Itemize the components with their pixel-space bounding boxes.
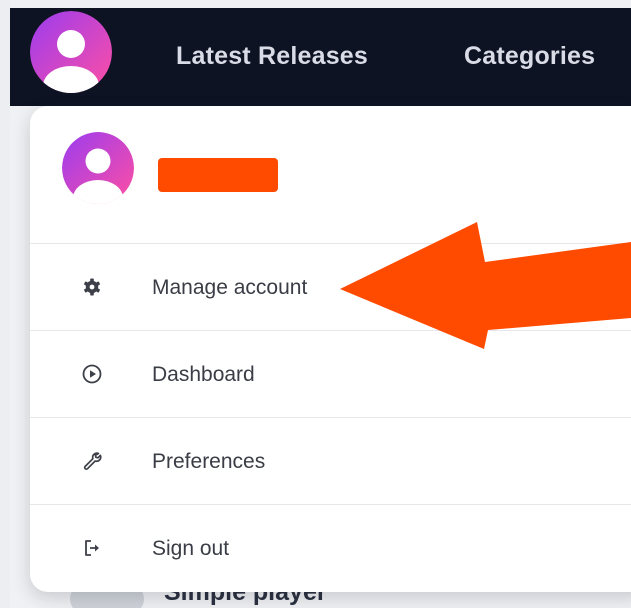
menu-avatar-icon (62, 132, 134, 204)
nav-link-latest-releases[interactable]: Latest Releases (176, 42, 368, 71)
menu-item-sign-out[interactable]: Sign out (30, 505, 631, 592)
user-avatar-button[interactable] (30, 11, 112, 93)
menu-item-label: Dashboard (152, 363, 255, 386)
menu-item-label: Preferences (152, 450, 266, 473)
menu-item-label: Manage account (152, 276, 308, 299)
menu-item-preferences[interactable]: Preferences (30, 418, 631, 505)
menu-item-label: Sign out (152, 537, 230, 560)
menu-item-manage-account[interactable]: Manage account (30, 244, 631, 331)
sign-out-icon (80, 536, 104, 560)
top-navbar: Latest Releases Categories (10, 8, 631, 106)
gear-icon (80, 275, 104, 299)
play-circle-icon (80, 362, 104, 386)
menu-item-dashboard[interactable]: Dashboard (30, 331, 631, 418)
window-frame-top (0, 0, 631, 8)
wrench-icon (80, 449, 104, 473)
account-dropdown-menu: Manage account Dashboard Preferences Sig… (30, 106, 631, 592)
window-frame-left (0, 0, 10, 608)
menu-header (30, 106, 631, 244)
nav-link-categories[interactable]: Categories (464, 42, 595, 71)
user-avatar-icon (30, 11, 112, 93)
menu-avatar (62, 132, 134, 204)
redacted-username (158, 158, 278, 192)
